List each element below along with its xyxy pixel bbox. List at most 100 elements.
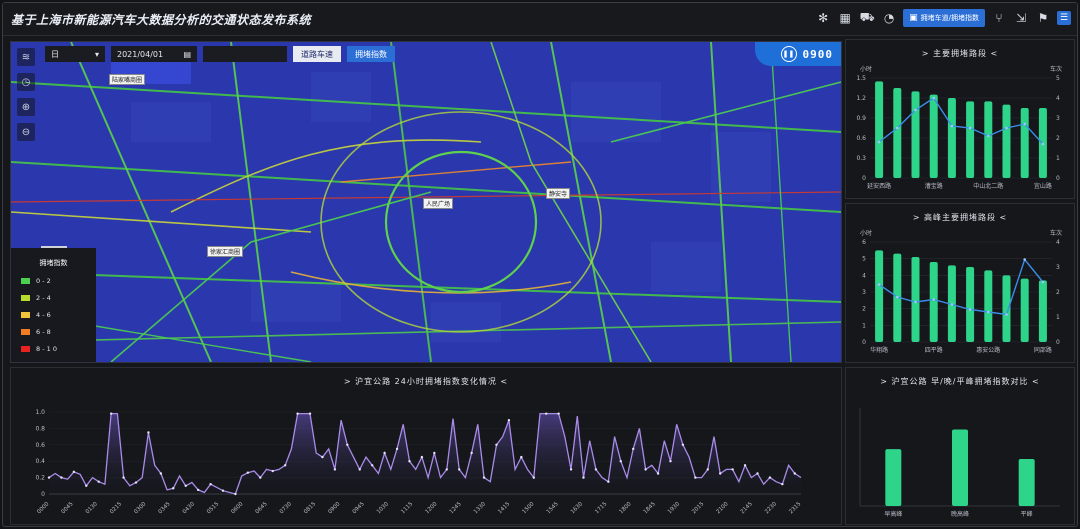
series-point — [457, 468, 461, 471]
y-right-unit: 车次 — [1050, 229, 1062, 237]
series-point — [507, 419, 511, 422]
bar — [966, 267, 975, 342]
y-left-tick: 6 — [862, 239, 866, 246]
time-input[interactable] — [203, 46, 287, 62]
y-right-tick: 3 — [1056, 115, 1060, 122]
y-left-tick: 4 — [862, 272, 866, 279]
x-tick-label: 2315 — [788, 501, 802, 515]
legend-swatch — [21, 295, 30, 301]
bar — [1002, 104, 1011, 178]
series-point — [370, 464, 374, 467]
place-label: 人民广场 — [423, 198, 454, 209]
series-point — [296, 412, 299, 415]
series-point — [644, 468, 647, 471]
series-point — [932, 96, 935, 100]
y-left-tick: 3 — [862, 289, 866, 296]
x-tick-label: 华翔路 — [870, 346, 888, 354]
city-block — [311, 72, 371, 122]
x-tick-label: 1245 — [449, 501, 463, 515]
series-point — [914, 300, 917, 304]
series-point — [743, 464, 747, 467]
series-point — [594, 468, 598, 471]
series-point — [1005, 313, 1008, 316]
date-input[interactable]: 2021/04/01 ▤ — [111, 46, 197, 62]
series-point — [358, 468, 361, 471]
series-point — [987, 134, 990, 138]
series-point — [470, 451, 473, 455]
legend-item: 6 - 8 — [21, 328, 96, 336]
menu-icon[interactable]: ☰ — [1057, 11, 1071, 25]
series-point — [122, 476, 125, 479]
series-point — [877, 283, 881, 286]
x-tick-label: 0815 — [303, 501, 317, 515]
x-tick-label: 0515 — [206, 501, 220, 515]
x-tick-label: 0730 — [279, 501, 293, 515]
y-left-tick: 0 — [862, 175, 866, 182]
x-tick-label: 0600 — [230, 501, 244, 515]
flag-icon[interactable]: ⚑ — [1035, 10, 1051, 26]
road-speed-button[interactable]: 道路车速 — [293, 46, 341, 62]
x-tick-label: 同邵路 — [1034, 346, 1052, 354]
traffic-map[interactable]: ≋ ◷ ⊕ ⊖ 日 ▾ 2021/04/01 ▤ 道路车速 拥堵指数 ❚❚ 09… — [10, 41, 842, 363]
zoom-in-icon[interactable]: ⊕ — [17, 98, 35, 116]
x-tick-label: 0300 — [133, 501, 147, 515]
series-point — [85, 484, 88, 487]
series-point — [445, 468, 448, 471]
series-point — [1041, 142, 1045, 146]
series-point — [706, 468, 709, 471]
series-point — [1005, 126, 1008, 130]
share-icon[interactable]: ⇲ — [1013, 10, 1029, 26]
calendar-icon: ▤ — [183, 49, 191, 59]
legend-label: 4 - 6 — [36, 311, 51, 319]
series-point — [60, 476, 63, 479]
x-tick-label: 平峰 — [1021, 510, 1033, 518]
series-point — [495, 443, 498, 446]
y-right-tick: 2 — [1056, 135, 1060, 142]
period-select[interactable]: 日 ▾ — [45, 46, 105, 62]
series-point — [271, 469, 274, 473]
chart4-svg: 早高峰 晚高峰 平峰 — [859, 408, 1060, 518]
series-point — [1023, 122, 1026, 126]
car-icon[interactable]: ⛟ — [859, 10, 875, 26]
map-side-tools: ≋ ◷ ⊕ ⊖ — [17, 48, 35, 141]
congestion-index-button[interactable]: ▣ 拥堵车道/拥堵指数 — [903, 9, 985, 27]
x-tick-label: 1800 — [618, 501, 632, 515]
chart-icon[interactable]: ▦ — [837, 10, 853, 26]
series-point — [408, 460, 411, 463]
page-title: 基于上海市新能源汽车大数据分析的交通状态发布系统 — [11, 13, 312, 27]
x-tick-label: 中山北二路 — [973, 182, 1003, 190]
x-tick-label: 0215 — [109, 501, 123, 515]
x-tick-label: 0900 — [327, 501, 341, 515]
bar — [885, 449, 902, 506]
gauge-icon[interactable]: ◔ — [881, 10, 897, 26]
x-tick-label: 1715 — [594, 501, 608, 515]
series-point — [681, 443, 685, 446]
layers-icon[interactable]: ≋ — [17, 48, 35, 66]
bar — [1020, 278, 1029, 342]
series-point — [308, 412, 312, 415]
series-point — [184, 484, 187, 487]
series-point — [196, 488, 200, 492]
series-point — [669, 460, 672, 463]
snowflake-icon[interactable]: ✻ — [815, 10, 831, 26]
zoom-out-icon[interactable]: ⊖ — [17, 123, 35, 141]
series-point — [896, 126, 899, 130]
y-right-unit: 车次 — [1050, 65, 1062, 73]
legend-title: 拥堵指数 — [39, 259, 68, 267]
x-tick-label: 晚高峰 — [951, 510, 969, 518]
series-point — [246, 471, 250, 474]
series-line — [878, 97, 1044, 145]
x-tick-label: 1930 — [667, 501, 681, 515]
clock-icon[interactable]: ◷ — [17, 73, 35, 91]
bar — [911, 257, 920, 342]
x-tick-label: 早高峰 — [884, 510, 902, 518]
x-tick-label: 1500 — [521, 501, 535, 515]
series-point — [719, 472, 722, 475]
branch-icon[interactable]: ⑂ — [991, 10, 1007, 26]
x-tick-label: 惠安公路 — [976, 346, 1000, 354]
place-label: 陆家嘴商圈 — [109, 74, 146, 85]
chart3-svg: 1.00.80.60.40.200000 0045 0130 0215 0300 0345… — [35, 409, 802, 515]
pause-icon[interactable]: ❚❚ — [780, 46, 797, 62]
congestion-index-toggle[interactable]: 拥堵指数 — [347, 46, 395, 62]
series-point — [987, 310, 990, 314]
